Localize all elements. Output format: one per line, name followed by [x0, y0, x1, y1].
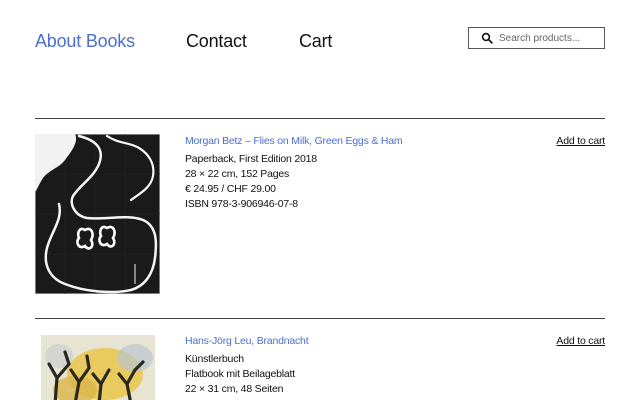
product-info: Morgan Betz – Flies on Milk, Green Eggs … [185, 134, 515, 212]
product-format: Paperback, First Edition 2018 [185, 153, 317, 165]
product-divider [35, 318, 605, 319]
search-box [468, 27, 605, 49]
page: About Books Contact Cart Search products… [0, 0, 640, 400]
product-cover-image[interactable] [35, 334, 160, 400]
product-title-link[interactable]: Morgan Betz – Flies on Milk, Green Eggs … [185, 134, 515, 148]
nav-about-books[interactable]: About Books [35, 30, 135, 52]
product-dimensions: 28 × 22 cm, 152 Pages [185, 168, 290, 180]
product-title-link[interactable]: Hans-Jörg Leu, Brandnacht [185, 334, 515, 348]
product-divider [35, 118, 605, 119]
site-header: About Books Contact Cart [0, 0, 640, 80]
search-input[interactable] [499, 29, 599, 47]
add-to-cart-button[interactable]: Add to cart [556, 134, 605, 148]
product-format: Künstlerbuch [185, 353, 244, 365]
nav-cart[interactable]: Cart [299, 30, 332, 52]
product-isbn: ISBN 978-3-906946-07-8 [185, 198, 298, 210]
search-icon[interactable] [475, 28, 499, 48]
product-info: Hans-Jörg Leu, Brandnacht Künstlerbuch F… [185, 334, 515, 397]
product-price: € 24.95 / CHF 29.00 [185, 183, 276, 195]
nav-contact[interactable]: Contact [186, 30, 247, 52]
product-binding: Flatbook mit Beilageblatt [185, 368, 295, 380]
product-item: Hans-Jörg Leu, Brandnacht Künstlerbuch F… [35, 334, 605, 400]
product-item: Morgan Betz – Flies on Milk, Green Eggs … [34, 133, 605, 304]
add-to-cart-button[interactable]: Add to cart [556, 334, 605, 348]
product-cover-image[interactable] [34, 133, 161, 295]
product-dimensions: 22 × 31 cm, 48 Seiten [185, 383, 284, 395]
